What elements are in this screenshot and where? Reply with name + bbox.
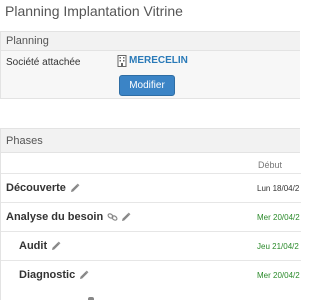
planning-panel: Planning Société attachée MERECELIN Modi… [0, 31, 300, 99]
phase-label[interactable]: Découverte [6, 182, 66, 194]
phase-label[interactable]: Audit [19, 240, 47, 252]
company-label: Société attachée [6, 57, 81, 68]
planning-heading: Planning [1, 32, 300, 51]
phase-row: Découverte Lun 18/04/2 [1, 173, 301, 202]
phase-label[interactable]: Analyse du besoin [6, 211, 103, 223]
phase-start-date: Jeu 21/04/2 [257, 242, 299, 251]
phase-name: Diagnostic [19, 269, 89, 281]
pencil-icon[interactable] [70, 183, 80, 193]
phases-panel: Phases Début Découverte Lun 18/04/2 Anal… [0, 128, 301, 300]
phase-label[interactable]: Diagnostic [19, 269, 75, 281]
modify-button[interactable]: Modifier [119, 75, 175, 96]
phase-name: Audit [19, 240, 61, 252]
column-header-start: Début [258, 160, 283, 170]
phases-heading: Phases [1, 129, 300, 153]
phase-row: Diagnostic Mer 20/04/2 [1, 260, 301, 289]
building-icon [117, 54, 127, 67]
company-link[interactable]: MERECELIN [129, 55, 188, 66]
phase-start-date: Mer 20/04/2 [257, 271, 300, 280]
phase-name: Découverte [6, 182, 80, 194]
phase-start-date: Mer 20/04/2 [257, 213, 300, 222]
phase-name: Analyse du besoin [6, 211, 131, 223]
company-value: MERECELIN [117, 54, 188, 67]
phase-row: Audit Jeu 21/04/2 [1, 231, 301, 260]
phase-row: Analyse du besoin Mer 20/04/2 [1, 202, 301, 231]
phase-start-date: Lun 18/04/2 [257, 184, 300, 193]
page-title: Planning Implantation Vitrine [5, 3, 183, 19]
pencil-icon[interactable] [121, 212, 131, 222]
link-icon[interactable] [107, 212, 118, 222]
pencil-icon[interactable] [79, 270, 89, 280]
pencil-icon[interactable] [51, 241, 61, 251]
